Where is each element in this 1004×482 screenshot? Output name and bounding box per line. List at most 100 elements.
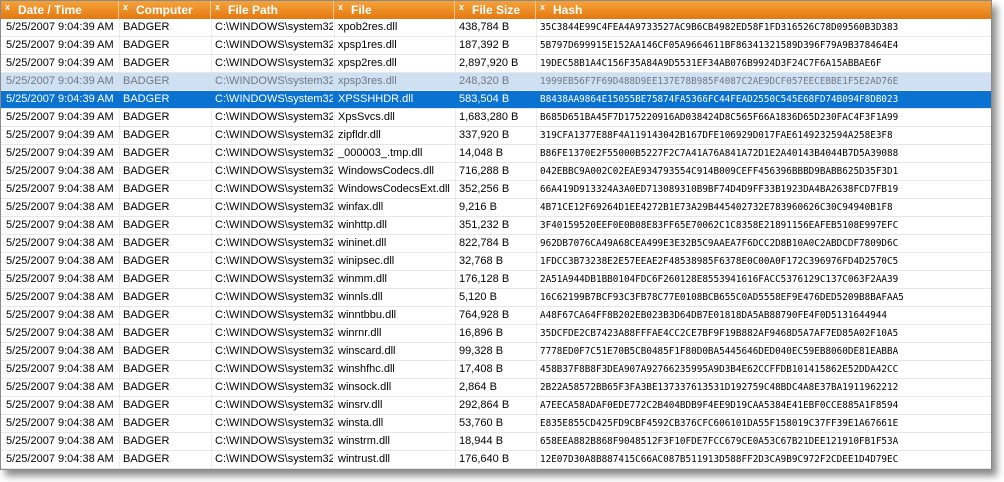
column-header-file[interactable]: x File — [334, 1, 455, 19]
cell-date-time: 5/25/2007 9:04:38 AM — [6, 363, 114, 375]
cell-file: xpsp2res.dll — [338, 57, 397, 69]
cell-computer: BADGER — [123, 111, 170, 123]
cell-file-size: 9,216 B — [459, 201, 497, 213]
cell-file: winsock.dll — [338, 381, 392, 393]
cell-hash: 35DCFDE2CB7423A88FFFAE4CC2CE7BF9F19B882A… — [540, 328, 899, 339]
cell-file: _000003_.tmp.dll — [338, 147, 423, 159]
table-row[interactable]: 5/25/2007 9:04:39 AM BADGER C:\WINDOWS\sys… — [1, 145, 991, 163]
cell-file: WindowsCodecs.dll — [338, 165, 434, 177]
table-row[interactable]: 5/25/2007 9:04:38 AM BADGER C:\WINDOWS\sys… — [1, 379, 991, 397]
close-column-icon[interactable]: x — [459, 1, 469, 13]
cell-file-path: C:\WINDOWS\system32 — [215, 219, 333, 231]
table-row[interactable]: 5/25/2007 9:04:38 AM BADGER C:\WINDOWS\sys… — [1, 163, 991, 181]
table-row[interactable]: 5/25/2007 9:04:38 AM BADGER C:\WINDOWS\sys… — [1, 361, 991, 379]
table-row[interactable]: 5/25/2007 9:04:38 AM BADGER C:\WINDOWS\sys… — [1, 199, 991, 217]
cell-date-time: 5/25/2007 9:04:38 AM — [6, 381, 114, 393]
cell-file-size: 292,864 B — [459, 399, 510, 411]
cell-hash: 12E07D30A8B887415C66AC087B511913D588FF2D… — [540, 454, 899, 465]
table-row[interactable]: 5/25/2007 9:04:39 AM BADGER C:\WINDOWS\sys… — [1, 37, 991, 55]
table-row[interactable]: 5/25/2007 9:04:38 AM BADGER C:\WINDOWS\sys… — [1, 397, 991, 415]
close-column-icon[interactable]: x — [123, 1, 133, 13]
table-row[interactable]: 5/25/2007 9:04:39 AM BADGER C:\WINDOWS\sys… — [1, 55, 991, 73]
cell-file-path: C:\WINDOWS\system32 — [215, 363, 333, 375]
cell-hash: 7778ED0F7C51E70B5CB0485F1F80D0BA5445646D… — [540, 346, 899, 357]
cell-date-time: 5/25/2007 9:04:39 AM — [6, 21, 114, 33]
cell-hash: 962DB7076CA49A68CEA499E3E32B5C9AAEA7F6DC… — [540, 238, 899, 249]
cell-hash: 19DEC58B1A4C156F35A84A9D5531EF34AB076B99… — [540, 58, 882, 69]
column-header-date-time[interactable]: x Date / Time — [1, 1, 119, 19]
cell-computer: BADGER — [123, 147, 170, 159]
close-column-icon[interactable]: x — [338, 1, 348, 13]
table-row[interactable]: 5/25/2007 9:04:38 AM BADGER C:\WINDOWS\sys… — [1, 415, 991, 433]
table-row[interactable]: 5/25/2007 9:04:39 AM BADGER C:\WINDOWS\sys… — [1, 73, 991, 91]
cell-file-path: C:\WINDOWS\system32 — [215, 435, 333, 447]
table-body: 5/25/2007 9:04:39 AM BADGER C:\WINDOWS\sys… — [1, 19, 991, 469]
cell-file: wininet.dll — [338, 237, 387, 249]
cell-file-size: 248,320 B — [459, 75, 510, 87]
cell-hash: A7EECA58ADAF0EDE772C2B404BDB9F4EE9D19CAA… — [540, 400, 899, 411]
table-row[interactable]: 5/25/2007 9:04:39 AM BADGER C:\WINDOWS\sys… — [1, 127, 991, 145]
cell-computer: BADGER — [123, 417, 170, 429]
cell-file-size: 17,408 B — [459, 363, 504, 375]
cell-file-size: 352,256 B — [459, 183, 510, 195]
cell-hash: 4B71CE12F69264D1EE4272B1E73A29B445402732… — [540, 202, 893, 213]
cell-computer: BADGER — [123, 57, 170, 69]
cell-file-path: C:\WINDOWS\system32 — [215, 129, 333, 141]
cell-file-path: C:\WINDOWS\system32 — [215, 201, 333, 213]
column-header-computer[interactable]: x Computer — [119, 1, 211, 19]
cell-file-path: C:\WINDOWS\system32 — [215, 21, 333, 33]
cell-file: XPSSHHDR.dll — [338, 93, 414, 105]
cell-file: winscard.dll — [338, 345, 396, 357]
column-header-hash[interactable]: x Hash — [536, 1, 991, 19]
cell-hash: 458B37F8B8F3DEA907A92766235995A9D3B4E62C… — [540, 364, 899, 375]
cell-hash: B8438AA9864E15055BE75874FA5366FC44FEAD25… — [540, 94, 899, 105]
cell-file: wintrust.dll — [338, 453, 390, 465]
table-row[interactable]: 5/25/2007 9:04:39 AM BADGER C:\WINDOWS\sys… — [1, 109, 991, 127]
cell-date-time: 5/25/2007 9:04:38 AM — [6, 435, 114, 447]
cell-file: WindowsCodecsExt.dll — [338, 183, 450, 195]
table-row[interactable]: 5/25/2007 9:04:38 AM BADGER C:\WINDOWS\sys… — [1, 433, 991, 451]
cell-file-path: C:\WINDOWS\system32 — [215, 75, 333, 87]
cell-date-time: 5/25/2007 9:04:38 AM — [6, 255, 114, 267]
table-row[interactable]: 5/25/2007 9:04:38 AM BADGER C:\WINDOWS\sys… — [1, 307, 991, 325]
table-row[interactable]: 5/25/2007 9:04:38 AM BADGER C:\WINDOWS\sys… — [1, 325, 991, 343]
table-row[interactable]: 5/25/2007 9:04:38 AM BADGER C:\WINDOWS\sys… — [1, 181, 991, 199]
cell-hash: 2B22A58572BB65F3FA3BE137337613531D192759… — [540, 382, 899, 393]
table-row[interactable]: 5/25/2007 9:04:39 AM BADGER C:\WINDOWS\sys… — [1, 91, 991, 109]
table-row[interactable]: 5/25/2007 9:04:38 AM BADGER C:\WINDOWS\sys… — [1, 217, 991, 235]
table-row[interactable]: 5/25/2007 9:04:38 AM BADGER C:\WINDOWS\sys… — [1, 235, 991, 253]
table-row[interactable]: 5/25/2007 9:04:38 AM BADGER C:\WINDOWS\sys… — [1, 451, 991, 469]
cell-file-path: C:\WINDOWS\system32 — [215, 57, 333, 69]
cell-file-size: 176,128 B — [459, 273, 510, 285]
cell-computer: BADGER — [123, 291, 170, 303]
column-header-label: Computer — [136, 3, 193, 17]
cell-computer: BADGER — [123, 309, 170, 321]
table-row[interactable]: 5/25/2007 9:04:38 AM BADGER C:\WINDOWS\sys… — [1, 271, 991, 289]
cell-file-path: C:\WINDOWS\system32 — [215, 273, 333, 285]
table-row[interactable]: 5/25/2007 9:04:38 AM BADGER C:\WINDOWS\sys… — [1, 343, 991, 361]
cell-file-size: 18,944 B — [459, 435, 504, 447]
table-row[interactable]: 5/25/2007 9:04:38 AM BADGER C:\WINDOWS\sys… — [1, 253, 991, 271]
cell-date-time: 5/25/2007 9:04:38 AM — [6, 183, 114, 195]
cell-file-path: C:\WINDOWS\system32 — [215, 255, 333, 267]
table-row[interactable]: 5/25/2007 9:04:38 AM BADGER C:\WINDOWS\sys… — [1, 289, 991, 307]
cell-file-path: C:\WINDOWS\system32 — [215, 399, 333, 411]
cell-date-time: 5/25/2007 9:04:38 AM — [6, 399, 114, 411]
column-header-label: Date / Time — [18, 3, 82, 17]
cell-file-size: 764,928 B — [459, 309, 510, 321]
column-header-file-size[interactable]: x File Size — [455, 1, 536, 19]
cell-file-size: 351,232 B — [459, 219, 510, 231]
close-column-icon[interactable]: x — [5, 1, 15, 13]
column-header-file-path[interactable]: x File Path — [211, 1, 334, 19]
cell-computer: BADGER — [123, 237, 170, 249]
cell-computer: BADGER — [123, 273, 170, 285]
cell-date-time: 5/25/2007 9:04:38 AM — [6, 453, 114, 465]
cell-computer: BADGER — [123, 363, 170, 375]
cell-date-time: 5/25/2007 9:04:39 AM — [6, 39, 114, 51]
cell-file: winshfhc.dll — [338, 363, 395, 375]
cell-file-size: 2,897,920 B — [459, 57, 519, 69]
cell-file-path: C:\WINDOWS\system32 — [215, 453, 333, 465]
table-row[interactable]: 5/25/2007 9:04:39 AM BADGER C:\WINDOWS\sys… — [1, 19, 991, 37]
close-column-icon[interactable]: x — [540, 1, 550, 13]
close-column-icon[interactable]: x — [215, 1, 225, 13]
